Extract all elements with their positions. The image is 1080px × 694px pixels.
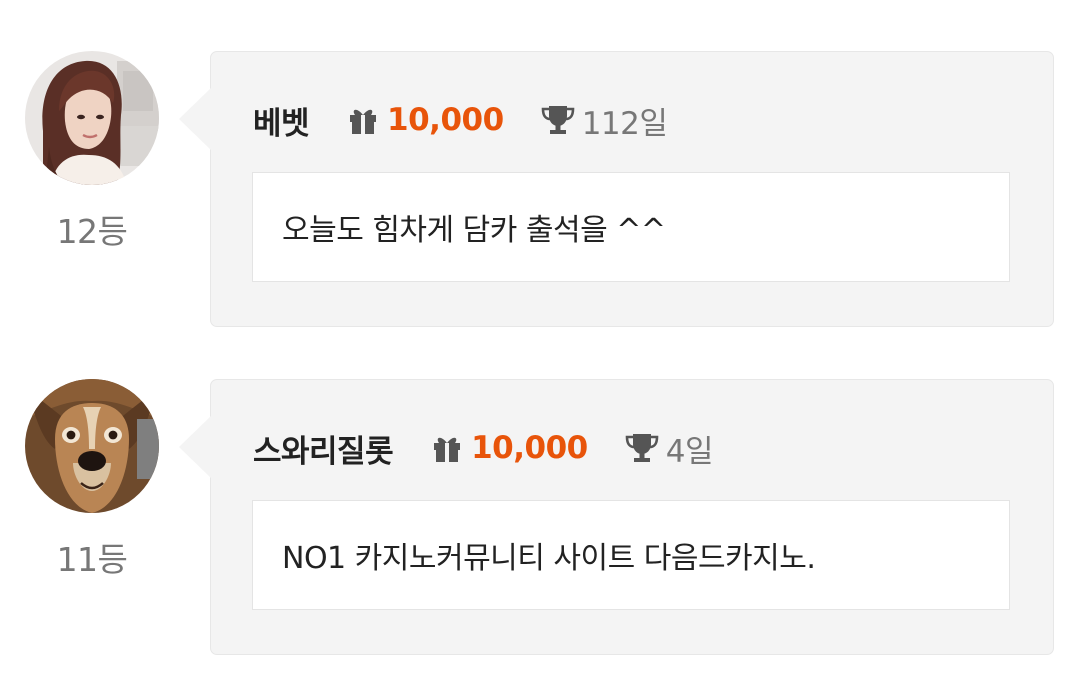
rank-label: 12등 bbox=[56, 212, 128, 251]
comment-body: NO1 카지노커뮤니티 사이트 다음드카지노. bbox=[252, 500, 1010, 610]
attendance-comment-list: 12등 베벳 10,000 112일 오늘도 힘차게 담카 출석을 ^^ 11등… bbox=[0, 0, 1080, 694]
username[interactable]: 스와리질롯 bbox=[253, 426, 394, 471]
user-avatar-column: 12등 bbox=[25, 51, 159, 253]
attendance-days: 4일 bbox=[665, 433, 714, 470]
trophy-icon bbox=[540, 104, 576, 136]
points-value: 10,000 bbox=[387, 102, 504, 138]
comment-text: 오늘도 힘차게 담카 출석을 ^^ bbox=[282, 213, 666, 248]
gift-icon bbox=[431, 433, 463, 463]
avatar[interactable] bbox=[25, 379, 159, 513]
comment-meta: 스와리질롯 10,000 4일 bbox=[253, 426, 714, 471]
speech-bubble-pointer bbox=[179, 416, 211, 478]
trophy-icon bbox=[624, 432, 660, 464]
avatar[interactable] bbox=[25, 51, 159, 185]
comment-entry: 11등 스와리질롯 10,000 4일 NO1 카지노커뮤니티 사이트 다음드카… bbox=[0, 379, 1080, 655]
username[interactable]: 베벳 bbox=[253, 98, 310, 143]
points-value: 10,000 bbox=[471, 430, 588, 466]
user-avatar-column: 11등 bbox=[25, 379, 159, 581]
comment-card: 베벳 10,000 112일 오늘도 힘차게 담카 출석을 ^^ bbox=[179, 51, 1054, 327]
comment-body: 오늘도 힘차게 담카 출석을 ^^ bbox=[252, 172, 1010, 282]
rank-label: 11등 bbox=[56, 540, 128, 579]
comment-entry: 12등 베벳 10,000 112일 오늘도 힘차게 담카 출석을 ^^ bbox=[0, 51, 1080, 327]
comment-card: 스와리질롯 10,000 4일 NO1 카지노커뮤니티 사이트 다음드카지노. bbox=[179, 379, 1054, 655]
comment-meta: 베벳 10,000 112일 bbox=[253, 98, 668, 143]
woman-photo-avatar-image bbox=[25, 51, 159, 185]
dog-photo-avatar-image bbox=[25, 379, 159, 513]
gift-icon bbox=[347, 105, 379, 135]
comment-text: NO1 카지노커뮤니티 사이트 다음드카지노. bbox=[282, 541, 816, 576]
attendance-days: 112일 bbox=[581, 105, 668, 142]
speech-bubble-pointer bbox=[179, 88, 211, 150]
